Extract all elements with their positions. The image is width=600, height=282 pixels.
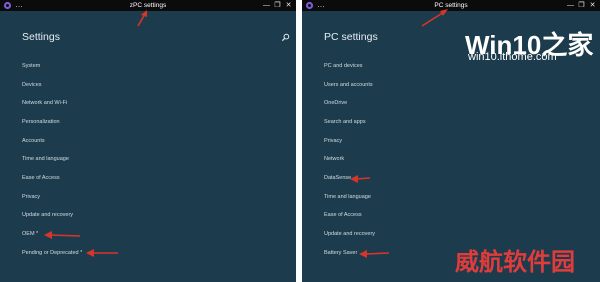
nav-item-network-wifi[interactable]: Network and Wi-Fi — [22, 100, 67, 106]
minimize-button[interactable]: — — [565, 0, 576, 11]
nav-item-update-recovery[interactable]: Update and recovery — [324, 231, 375, 237]
annotation-arrow-battery-saver — [359, 250, 390, 258]
nav-item-battery-saver[interactable]: Battery Saver — [324, 250, 357, 256]
nav-item-search-apps[interactable]: Search and apps — [324, 119, 366, 125]
annotation-arrow-oem — [44, 231, 81, 239]
nav-item-privacy[interactable]: Privacy — [324, 138, 342, 144]
nav-item-ease-of-access[interactable]: Ease of Access — [22, 175, 60, 181]
nav-item-accounts[interactable]: Accounts — [22, 138, 45, 144]
minimize-button[interactable]: — — [261, 0, 272, 11]
restore-button[interactable]: ❐ — [576, 0, 587, 11]
window-controls: — ❐ ✕ — [565, 0, 598, 11]
page-title: PC settings — [324, 31, 378, 43]
annotation-arrow-right-title — [421, 9, 448, 27]
nav-item-personalization[interactable]: Personalization — [22, 119, 60, 125]
nav-item-ease-of-access[interactable]: Ease of Access — [324, 212, 362, 218]
nav-item-users-accounts[interactable]: Users and accounts — [324, 82, 373, 88]
nav-item-oem[interactable]: OEM * — [22, 231, 38, 237]
nav-item-time-language[interactable]: Time and language — [22, 156, 69, 162]
nav-item-network[interactable]: Network — [324, 156, 344, 162]
nav-item-onedrive[interactable]: OneDrive — [324, 100, 347, 106]
nav-item-devices[interactable]: Devices — [22, 82, 42, 88]
restore-button[interactable]: ❐ — [272, 0, 283, 11]
annotation-arrow-pending — [86, 249, 118, 257]
search-icon[interactable] — [281, 33, 290, 42]
nav-item-time-language[interactable]: Time and language — [324, 194, 371, 200]
annotation-arrow-datasense — [350, 175, 371, 183]
close-button[interactable]: ✕ — [283, 0, 294, 11]
nav-item-update-recovery[interactable]: Update and recovery — [22, 212, 73, 218]
nav-item-system[interactable]: System — [22, 63, 40, 69]
nav-item-pc-devices[interactable]: PC and devices — [324, 63, 363, 69]
window-controls: — ❐ ✕ — [261, 0, 294, 11]
watermark-stamp: 威航软件园 — [455, 247, 575, 276]
nav-item-privacy[interactable]: Privacy — [22, 194, 40, 200]
page-title: Settings — [22, 31, 60, 43]
close-button[interactable]: ✕ — [587, 0, 598, 11]
annotation-arrow-left-title — [137, 10, 147, 27]
nav-item-pending-deprecated[interactable]: Pending or Deprecated * — [22, 250, 82, 256]
watermark-url: win10.ithome.com — [468, 51, 557, 63]
